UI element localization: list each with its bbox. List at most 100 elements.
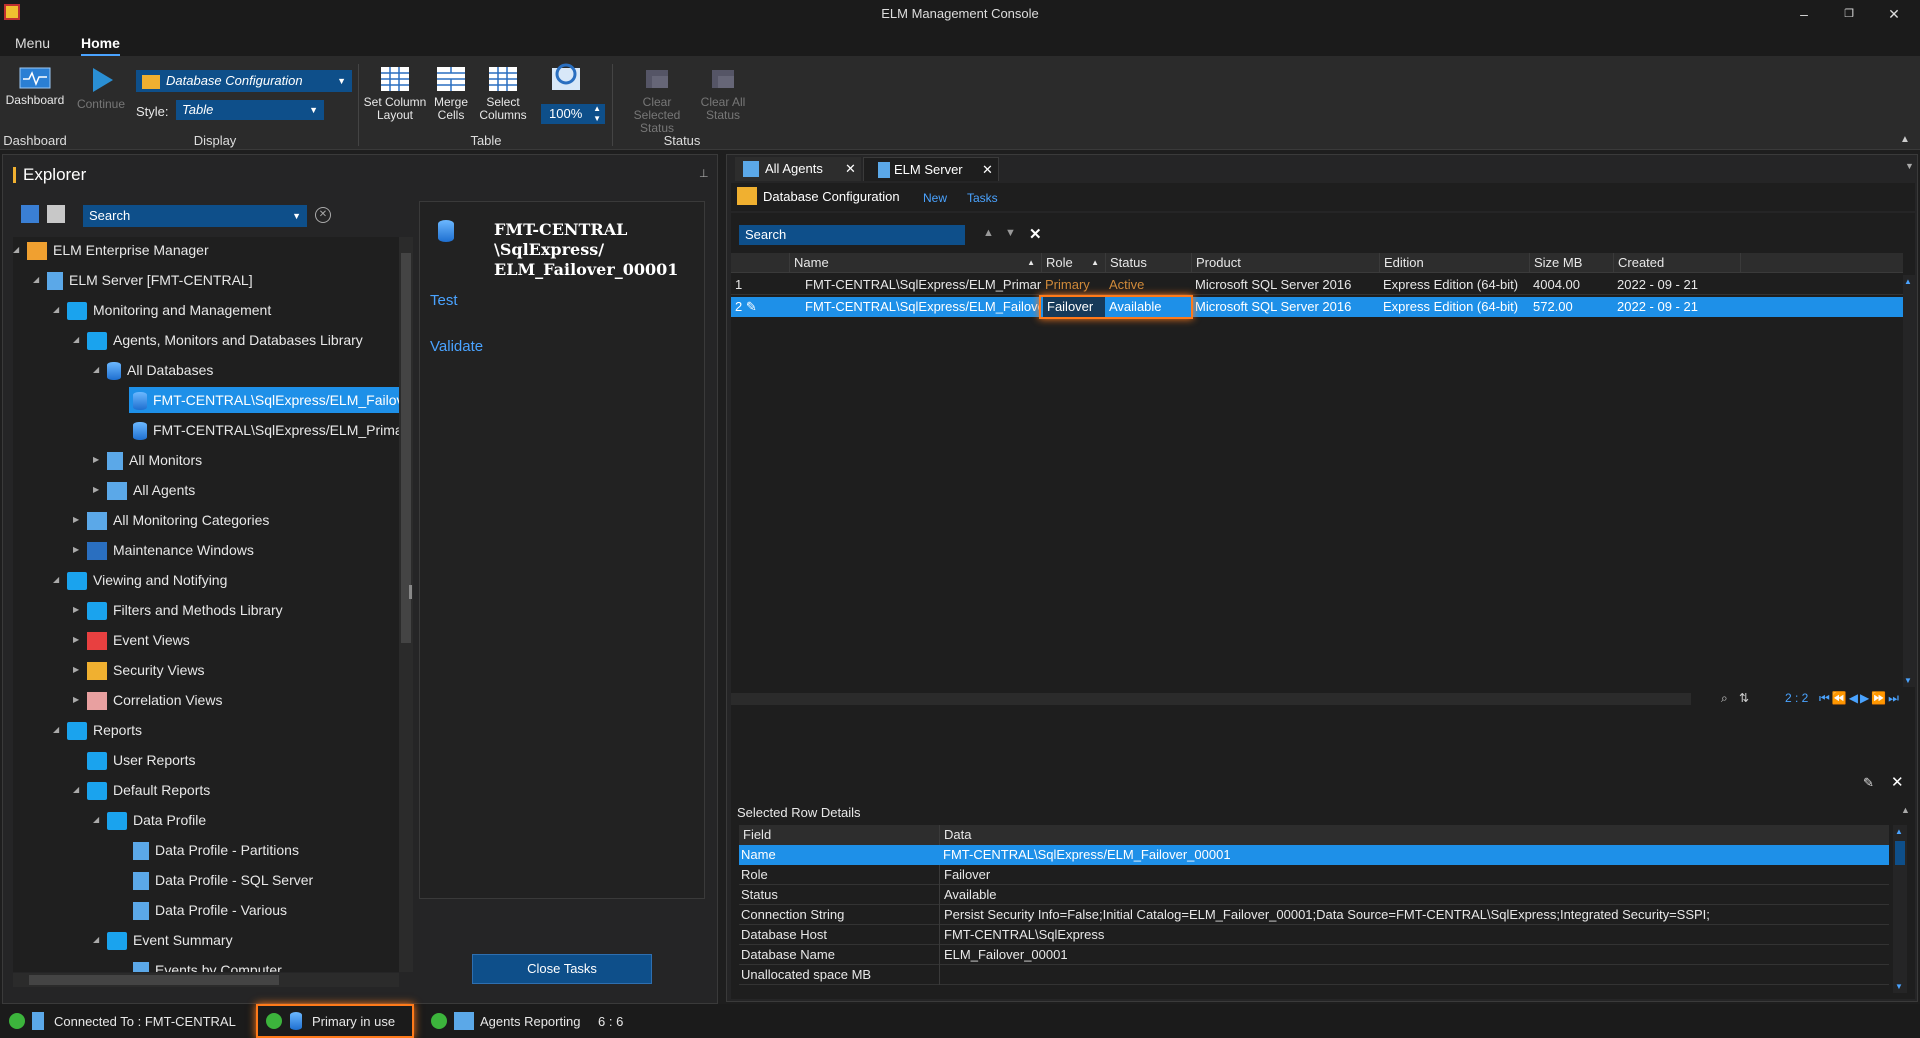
search-prev-icon[interactable]: ▲: [983, 227, 994, 239]
details-row[interactable]: Unallocated space MB: [739, 965, 1889, 985]
tab-menu[interactable]: Menu: [15, 35, 50, 51]
cell-product[interactable]: Microsoft SQL Server 2016: [1195, 275, 1377, 295]
tab-home[interactable]: Home: [81, 35, 120, 56]
tree-node[interactable]: ◢ Monitoring and Management: [53, 297, 271, 323]
tree-node[interactable]: ▶ Filters and Methods Library: [73, 597, 283, 623]
details-value[interactable]: FMT-CENTRAL\SqlExpress: [939, 925, 1104, 945]
tab-elm-server[interactable]: ELM Server ✕: [863, 157, 999, 181]
search-next-icon[interactable]: ▼: [1005, 227, 1016, 239]
tree-node[interactable]: ◢ Event Summary: [93, 927, 233, 953]
cell-edition[interactable]: Express Edition (64-bit): [1383, 297, 1527, 317]
details-row-selected[interactable]: Name FMT-CENTRAL\SqlExpress/ELM_Failover…: [739, 845, 1889, 865]
validate-link[interactable]: Validate: [430, 338, 483, 355]
style-combo[interactable]: Table ▼: [176, 100, 324, 120]
cell-size[interactable]: 572.00: [1533, 297, 1611, 317]
tree-node[interactable]: Data Profile - Various: [129, 897, 287, 923]
cell-product[interactable]: Microsoft SQL Server 2016: [1195, 297, 1377, 317]
close-search-icon[interactable]: ✕: [1029, 225, 1042, 243]
zoom-spinner[interactable]: 100% ▲ ▼: [541, 104, 605, 124]
cell-size[interactable]: 4004.00: [1533, 275, 1611, 295]
tree-node[interactable]: ▶ All Agents: [93, 477, 195, 503]
spinner-arrows-icon[interactable]: ▲ ▼: [593, 104, 601, 124]
cell-name[interactable]: FMT-CENTRAL\SqlExpress/ELM_Failover_0000…: [805, 297, 1041, 317]
cell-edition[interactable]: Express Edition (64-bit): [1383, 275, 1527, 295]
details-value[interactable]: Failover: [939, 865, 990, 885]
tree-vertical-scrollbar[interactable]: [399, 237, 413, 972]
grid-horizontal-scrollbar[interactable]: [731, 693, 1691, 705]
select-columns-button[interactable]: Select Columns: [476, 66, 530, 122]
table-row-selected[interactable]: 2 ✎ FMT-CENTRAL\SqlExpress/ELM_Failover_…: [731, 297, 1903, 317]
column-header-created[interactable]: Created: [1613, 253, 1741, 273]
new-link[interactable]: New: [923, 191, 947, 205]
scroll-up-icon[interactable]: ▲: [1904, 277, 1912, 286]
merge-cells-button[interactable]: Merge Cells: [430, 66, 472, 122]
pager-nav-icons[interactable]: ⏮⏪◀▶⏩⏭: [1819, 691, 1901, 706]
tree-node[interactable]: ▶ Maintenance Windows: [73, 537, 254, 563]
cell-created[interactable]: 2022 - 09 - 21: [1617, 275, 1739, 295]
tree-node[interactable]: ◢ Reports: [53, 717, 142, 743]
details-value[interactable]: [939, 965, 1889, 985]
clear-search-icon[interactable]: ✕: [315, 207, 331, 223]
details-row[interactable]: Database Host FMT-CENTRAL\SqlExpress: [739, 925, 1889, 945]
tree-node[interactable]: Data Profile - Partitions: [129, 837, 299, 863]
details-row[interactable]: Database Name ELM_Failover_00001: [739, 945, 1889, 965]
tree-node[interactable]: ▶ All Monitoring Categories: [73, 507, 269, 533]
tab-all-agents[interactable]: All Agents ✕: [735, 157, 861, 181]
grid-search-input[interactable]: Search: [739, 225, 965, 245]
list-view-icon[interactable]: [47, 205, 65, 223]
column-header-edition[interactable]: Edition: [1379, 253, 1529, 273]
close-tab-icon[interactable]: ✕: [845, 157, 856, 181]
tree-node[interactable]: ▶ Correlation Views: [73, 687, 222, 713]
close-tasks-button[interactable]: Close Tasks: [472, 954, 652, 984]
tree-node[interactable]: ◢ ELM Server [FMT-CENTRAL]: [33, 267, 253, 293]
close-details-icon[interactable]: ✕: [1891, 773, 1904, 791]
column-header-product[interactable]: Product: [1191, 253, 1379, 273]
clear-selected-status-button[interactable]: Clear Selected Status: [618, 66, 696, 135]
scroll-down-icon[interactable]: ▼: [1904, 676, 1912, 685]
tree-node[interactable]: ▶ All Monitors: [93, 447, 202, 473]
tree-node[interactable]: FMT-CENTRAL\SqlExpress/ELM_Primary_00001: [129, 417, 399, 443]
tree-node[interactable]: Data Profile - SQL Server: [129, 867, 313, 893]
sort-az-icon[interactable]: ⇅: [1739, 691, 1749, 705]
tree-node-selected[interactable]: FMT-CENTRAL\SqlExpress/ELM_Failover_0000…: [129, 387, 399, 413]
cell-status[interactable]: Active: [1109, 275, 1189, 295]
restore-icon[interactable]: ❐: [1839, 4, 1859, 24]
details-value[interactable]: Available: [939, 885, 997, 905]
collapse-details-icon[interactable]: ▲: [1901, 805, 1910, 815]
tree-horizontal-scrollbar[interactable]: [13, 973, 399, 987]
find-icon[interactable]: ⌕: [1721, 691, 1728, 706]
dashboard-button[interactable]: Dashboard: [4, 66, 66, 107]
tree-node[interactable]: ◢ Default Reports: [73, 777, 210, 803]
details-value[interactable]: ELM_Failover_00001: [939, 945, 1068, 965]
details-scrollbar[interactable]: ▲ ▼: [1893, 825, 1907, 993]
splitter-handle[interactable]: [409, 585, 412, 599]
tree-node[interactable]: User Reports: [73, 747, 195, 773]
column-header-status[interactable]: Status: [1105, 253, 1191, 273]
cell-created[interactable]: 2022 - 09 - 21: [1617, 297, 1739, 317]
grid-vertical-scrollbar[interactable]: ▲ ▼: [1903, 275, 1915, 687]
column-header-size[interactable]: Size MB: [1529, 253, 1613, 273]
continue-button[interactable]: Continue: [72, 66, 130, 111]
test-link[interactable]: Test: [430, 292, 458, 309]
details-row[interactable]: Role Failover: [739, 865, 1889, 885]
tree-node[interactable]: ◢ All Databases: [93, 357, 213, 383]
configuration-combo[interactable]: Database Configuration ▼: [136, 70, 352, 92]
scroll-down-icon[interactable]: ▼: [1895, 982, 1903, 991]
tree-node[interactable]: Events by Computer: [129, 957, 282, 972]
collapse-ribbon-icon[interactable]: ▲: [1900, 134, 1910, 145]
scrollbar-thumb[interactable]: [1895, 841, 1905, 865]
tree-node[interactable]: ▶ Event Views: [73, 627, 190, 653]
tree-node[interactable]: ◢ Data Profile: [93, 807, 206, 833]
cell-name[interactable]: FMT-CENTRAL\SqlExpress/ELM_Primary_00001: [805, 275, 1041, 295]
clear-all-status-button[interactable]: Clear All Status: [698, 66, 748, 122]
table-row[interactable]: 1 FMT-CENTRAL\SqlExpress/ELM_Primary_000…: [731, 275, 1903, 295]
close-tab-icon[interactable]: ✕: [982, 158, 993, 182]
details-row[interactable]: Connection String Persist Security Info=…: [739, 905, 1889, 925]
tree-node[interactable]: ◢ ELM Enterprise Manager: [13, 237, 209, 263]
details-value[interactable]: Persist Security Info=False;Initial Cata…: [939, 905, 1710, 925]
explorer-search-input[interactable]: Search ▼: [83, 205, 307, 227]
details-value[interactable]: FMT-CENTRAL\SqlExpress/ELM_Failover_0000…: [939, 845, 1231, 865]
scrollbar-thumb[interactable]: [29, 975, 279, 985]
column-header-role[interactable]: Role ▲: [1041, 253, 1105, 273]
details-row[interactable]: Status Available: [739, 885, 1889, 905]
